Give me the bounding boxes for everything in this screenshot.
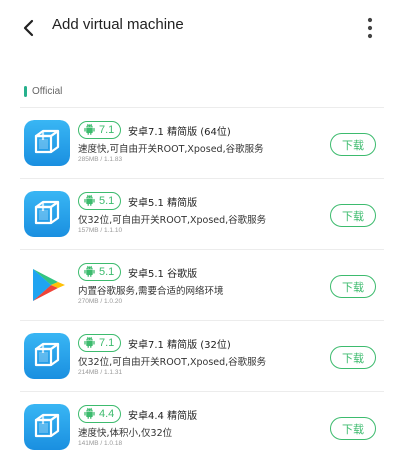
download-button[interactable]: 下载 xyxy=(330,275,376,298)
version-label: 5.1 xyxy=(99,266,115,278)
list-item-3: 5.1 安卓5.1 谷歌版 内置谷歌服务,需要合适的网络环境 270MB / 1… xyxy=(20,249,384,320)
app-header: Add virtual machine xyxy=(0,0,400,56)
vm-name: 安卓7.1 精简版 (32位) xyxy=(128,340,231,351)
vm-name: 安卓7.1 精简版 (64位) xyxy=(128,127,231,138)
vm-cube-icon xyxy=(24,120,70,166)
list-item-5: 4.4 安卓4.4 精简版 速度快,体积小,仅32位 141MB / 1.0.1… xyxy=(20,391,384,459)
vm-description: 内置谷歌服务,需要合适的网络环境 xyxy=(78,286,224,297)
vm-description: 仅32位,可自由开关ROOT,Xposed,谷歌服务 xyxy=(78,215,267,226)
vm-cube-icon xyxy=(24,191,70,237)
vm-cube-icon xyxy=(24,333,70,379)
download-button[interactable]: 下载 xyxy=(330,133,376,156)
version-label: 7.1 xyxy=(99,337,115,349)
version-badge: 7.1 xyxy=(78,334,122,353)
vm-size-version: 270MB / 1.0.20 xyxy=(78,298,123,305)
android-icon xyxy=(83,334,96,353)
list-item-1: 7.1 安卓7.1 精简版 (64位) 速度快,可自由开关ROOT,Xposed… xyxy=(20,107,384,178)
vm-size-version: 285MB / 1.1.83 xyxy=(78,156,123,163)
android-icon xyxy=(83,263,96,282)
android-icon xyxy=(83,192,96,211)
vm-list: 7.1 安卓7.1 精简版 (64位) 速度快,可自由开关ROOT,Xposed… xyxy=(20,107,384,459)
download-button[interactable]: 下载 xyxy=(330,204,376,227)
vm-description: 速度快,可自由开关ROOT,Xposed,谷歌服务 xyxy=(78,144,264,155)
more-vertical-icon[interactable] xyxy=(362,14,378,42)
vm-cube-icon xyxy=(24,404,70,450)
list-item-4: 7.1 安卓7.1 精简版 (32位) 仅32位,可自由开关ROOT,Xpose… xyxy=(20,320,384,391)
back-arrow-icon[interactable] xyxy=(18,14,42,42)
vm-name: 安卓5.1 精简版 xyxy=(128,198,198,209)
vm-name: 安卓4.4 精简版 xyxy=(128,411,198,422)
vm-name: 安卓5.1 谷歌版 xyxy=(128,269,198,280)
vm-size-version: 214MB / 1.1.31 xyxy=(78,369,123,376)
android-icon xyxy=(83,121,96,140)
version-label: 7.1 xyxy=(99,124,115,136)
version-label: 4.4 xyxy=(99,408,115,420)
version-badge: 5.1 xyxy=(78,192,122,211)
section-label: Official xyxy=(32,85,63,97)
download-button[interactable]: 下载 xyxy=(330,417,376,440)
download-button[interactable]: 下载 xyxy=(330,346,376,369)
vm-description: 仅32位,可自由开关ROOT,Xposed,谷歌服务 xyxy=(78,357,267,368)
section-header-official: Official xyxy=(24,84,62,98)
list-item-2: 5.1 安卓5.1 精简版 仅32位,可自由开关ROOT,Xposed,谷歌服务… xyxy=(20,178,384,249)
vm-size-version: 157MB / 1.1.10 xyxy=(78,227,123,234)
section-marker xyxy=(24,85,27,97)
page-title: Add virtual machine xyxy=(52,16,184,33)
vm-description: 速度快,体积小,仅32位 xyxy=(78,428,173,439)
google-play-icon xyxy=(24,262,70,308)
vm-size-version: 141MB / 1.0.18 xyxy=(78,440,123,447)
version-badge: 4.4 xyxy=(78,405,122,424)
version-badge: 7.1 xyxy=(78,121,122,140)
android-icon xyxy=(83,405,96,424)
version-badge: 5.1 xyxy=(78,263,122,282)
version-label: 5.1 xyxy=(99,195,115,207)
